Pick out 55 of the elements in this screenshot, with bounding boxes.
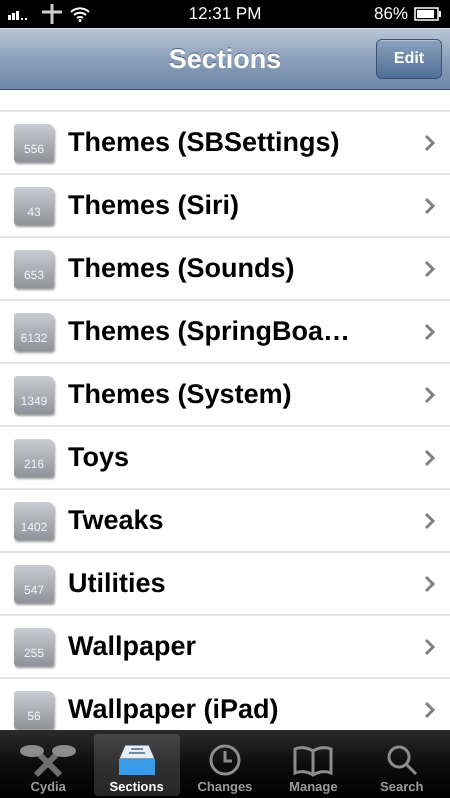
section-name: Tweaks — [68, 505, 165, 536]
package-count: 216 — [24, 456, 44, 470]
section-name: Toys — [68, 442, 130, 473]
section-row[interactable]: 43 Themes (Siri) — [0, 175, 450, 238]
package-count: 1349 — [20, 394, 48, 408]
tab[interactable]: Changes — [182, 734, 268, 796]
chevron-icon — [424, 196, 436, 214]
chevron-icon — [424, 386, 436, 404]
chevron-icon — [424, 574, 436, 592]
battery-percent: 86% — [374, 4, 408, 24]
package-count: 255 — [24, 646, 44, 660]
battery-icon — [414, 7, 442, 21]
section-name: Utilities — [68, 568, 167, 599]
package-count: 6132 — [20, 330, 48, 344]
file-box-icon — [116, 743, 157, 777]
package-count: 56 — [27, 708, 41, 722]
wifi-icon — [70, 6, 90, 22]
section-row[interactable]: 1402 Tweaks — [0, 490, 450, 553]
package-count: 43 — [27, 204, 41, 218]
section-row[interactable]: 547 Utilities — [0, 553, 450, 616]
package-count: 556 — [24, 142, 44, 156]
section-row[interactable]: 653 Themes (Sounds) — [0, 238, 450, 301]
chevron-icon — [424, 638, 436, 656]
chevron-icon — [424, 512, 436, 530]
chevron-icon — [424, 322, 436, 340]
package-count: 1402 — [20, 520, 48, 534]
edit-button[interactable]: Edit — [376, 39, 442, 79]
section-row[interactable]: 1349 Themes (System) — [0, 364, 450, 427]
status-time: 12:31 PM — [188, 4, 262, 24]
section-row[interactable]: 216 Toys — [0, 427, 450, 490]
chevron-icon — [424, 260, 436, 278]
section-name: Wallpaper (iPad) — [68, 694, 280, 725]
section-name: Themes (Sounds) — [68, 253, 296, 284]
nav-title: Sections — [168, 44, 282, 74]
section-row[interactable]: 255 Wallpaper — [0, 616, 450, 679]
package-count: 653 — [24, 268, 44, 282]
package-count: 547 — [24, 582, 44, 596]
tab[interactable]: Manage — [270, 734, 356, 796]
section-row[interactable]: 6132 Themes (SpringBoa… — [0, 301, 450, 364]
section-name: Themes (SBSettings) — [68, 127, 341, 158]
chevron-icon — [424, 134, 436, 152]
cydia-icon — [18, 743, 78, 777]
section-name: Themes (System) — [68, 379, 293, 410]
section-row[interactable]: 556 Themes (SBSettings) — [0, 112, 450, 175]
tab[interactable]: Sections — [94, 734, 180, 796]
section-name: Wallpaper — [68, 631, 198, 662]
tab[interactable]: Search — [358, 734, 445, 796]
section-name: Themes (SpringBoa… — [68, 316, 352, 347]
search-icon — [384, 743, 419, 777]
chevron-icon — [424, 448, 436, 466]
clock-icon — [208, 743, 242, 777]
section-name: Themes (Siri) — [68, 190, 240, 221]
tab[interactable]: Cydia — [5, 734, 92, 796]
book-icon — [293, 745, 334, 777]
chevron-icon — [424, 700, 436, 718]
